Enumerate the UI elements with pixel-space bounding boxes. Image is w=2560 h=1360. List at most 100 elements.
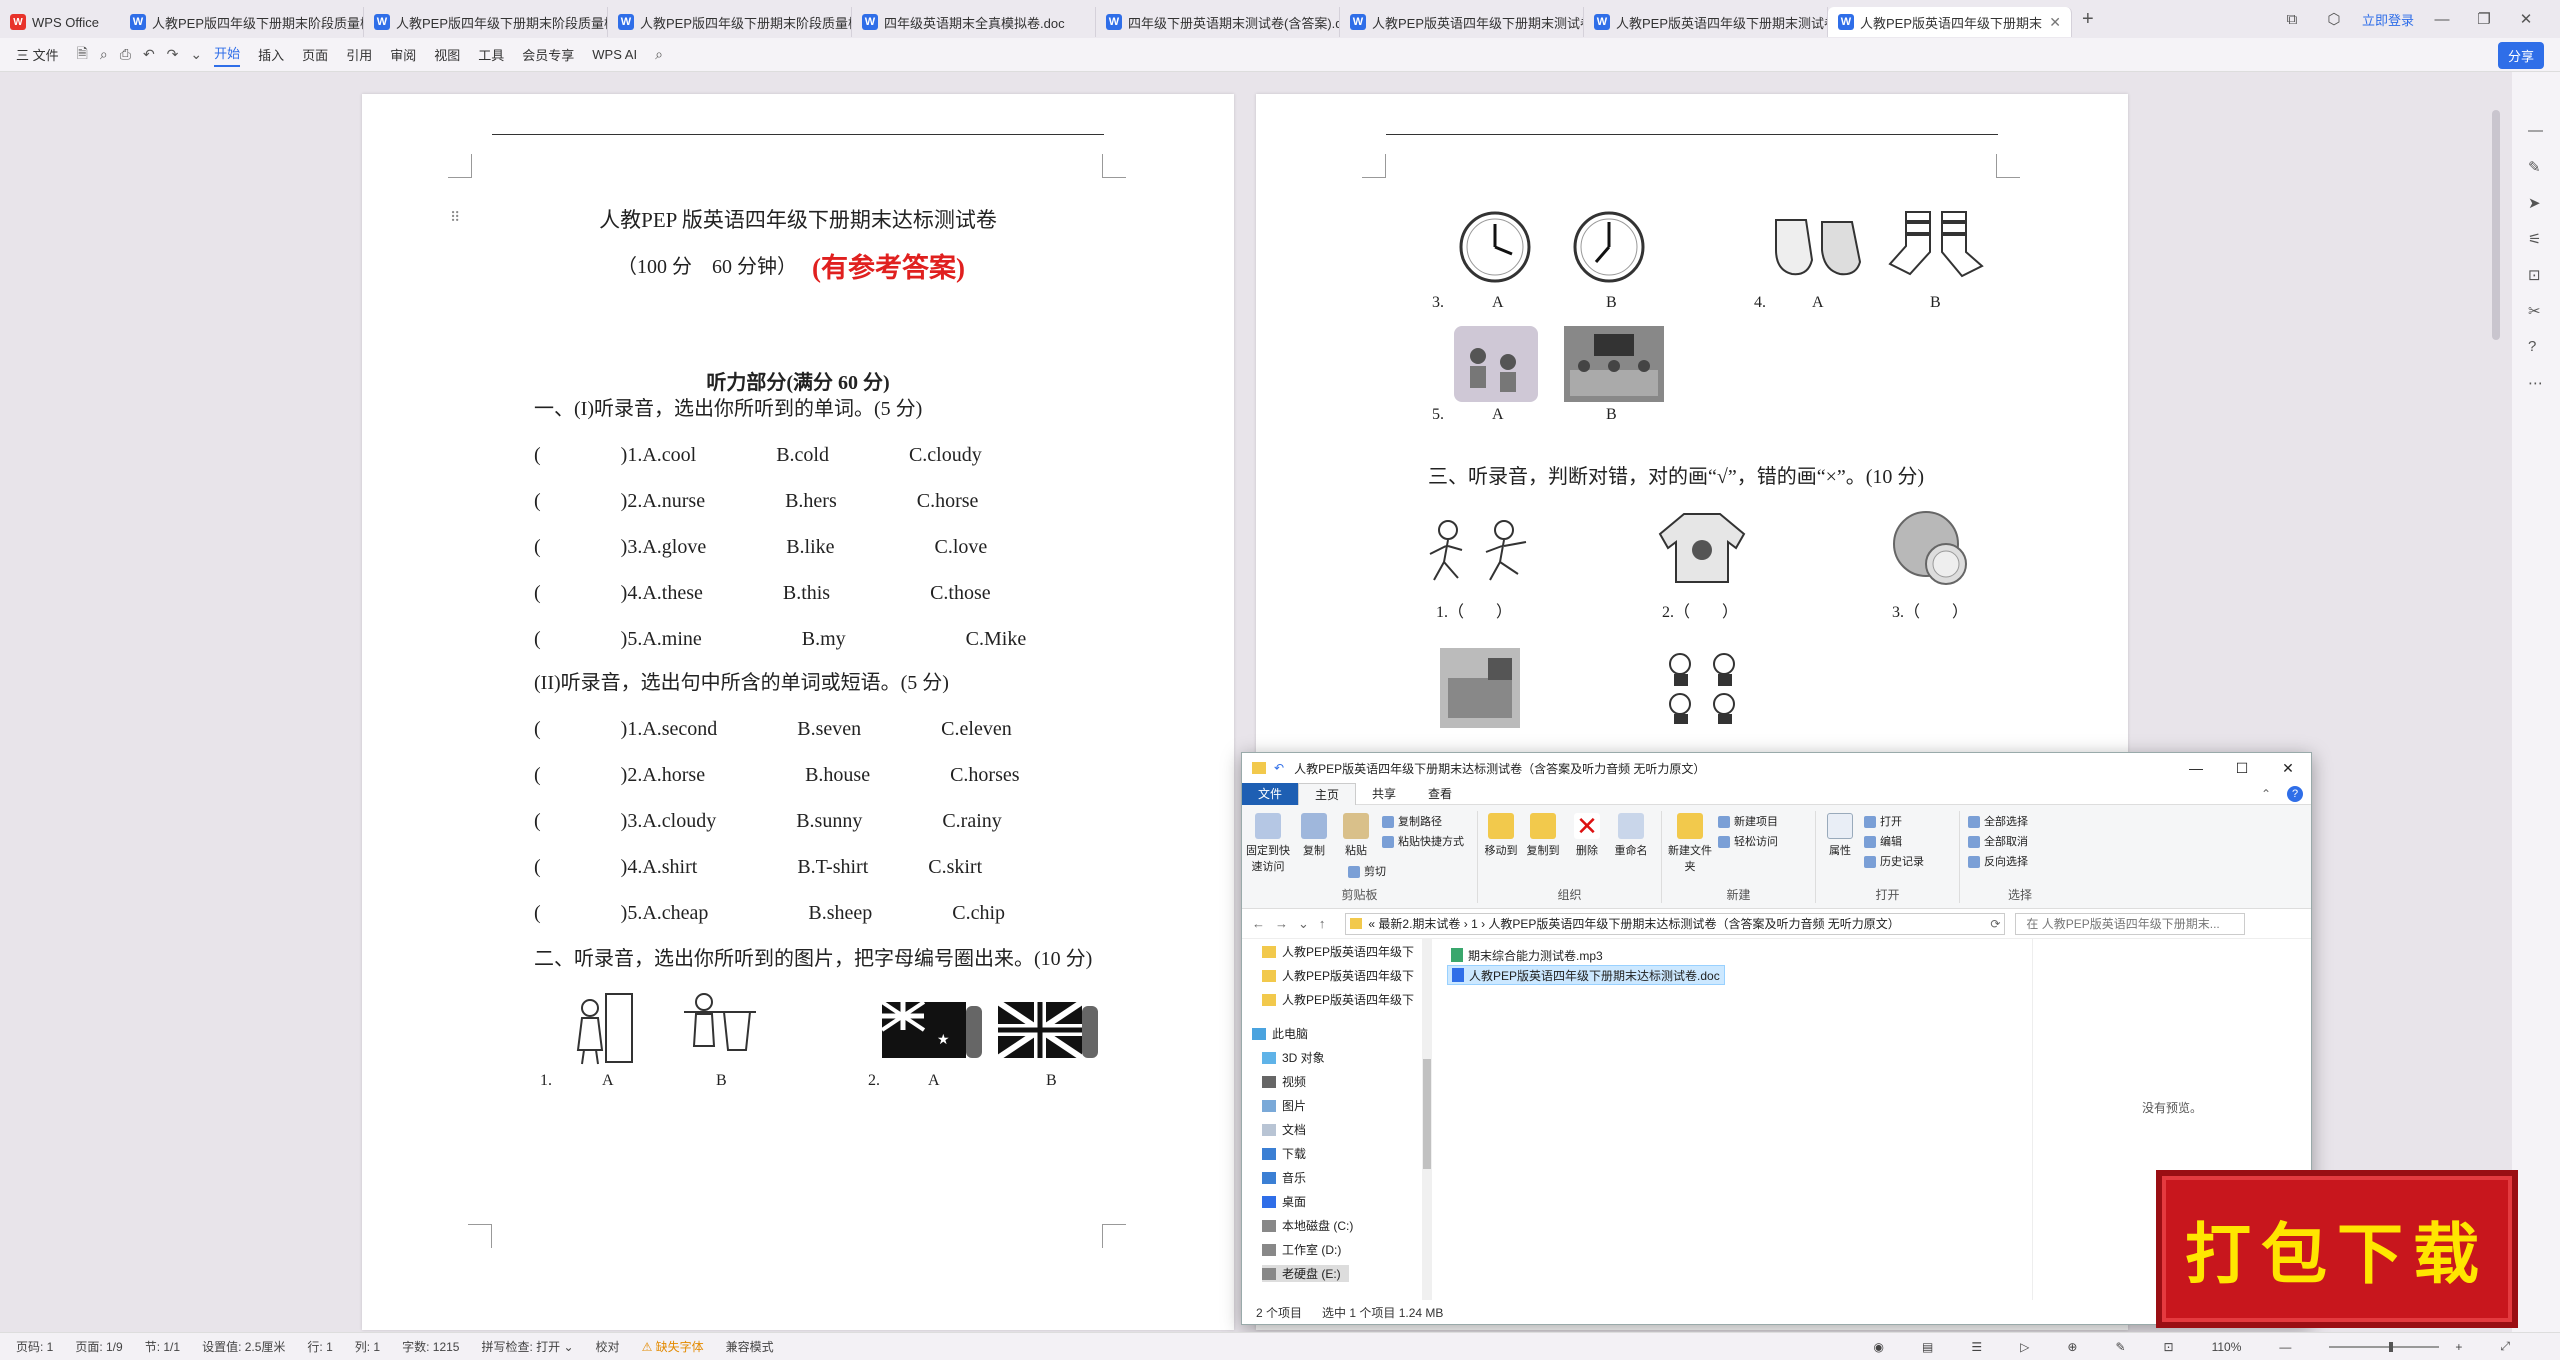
history-button[interactable]: 历史记录 <box>1864 853 1924 869</box>
open-button[interactable]: 打开 <box>1864 813 1902 829</box>
missing-font-warning[interactable]: ⚠ 缺失字体 <box>642 1338 704 1355</box>
tab-start[interactable]: 开始 <box>214 43 241 67</box>
ribbon-collapse-icon[interactable]: ⌃ <box>2245 787 2287 801</box>
collapse-icon[interactable]: — <box>2528 122 2543 139</box>
undo-icon[interactable]: ↶ <box>1274 761 1284 775</box>
more-icon[interactable]: ⋯ <box>2528 374 2543 392</box>
status-setting[interactable]: 设置值: 2.5厘米 <box>202 1338 285 1355</box>
status-page[interactable]: 页码: 1 <box>16 1338 53 1355</box>
undo-icon[interactable]: ↶ <box>143 46 155 63</box>
file-menu[interactable]: 三 文件 <box>16 45 59 64</box>
paste-button[interactable]: 粘贴 <box>1338 813 1374 858</box>
nav-item-3d[interactable]: 3D 对象 <box>1262 1049 1325 1066</box>
maximize-icon[interactable]: ☐ <box>2219 760 2265 777</box>
tab-tools[interactable]: 工具 <box>478 45 504 64</box>
close-tab-icon[interactable]: ✕ <box>2049 14 2061 31</box>
file-item-selected[interactable]: 人教PEP版英语四年级下册期末达标测试卷.doc <box>1447 965 1725 985</box>
close-icon[interactable]: ✕ <box>2265 760 2311 777</box>
tab-member[interactable]: 会员专享 <box>522 45 574 64</box>
close-window-icon[interactable]: ✕ <box>2512 10 2540 28</box>
move-to-button[interactable]: 移动到 <box>1482 813 1520 858</box>
minimize-icon[interactable]: — <box>2428 11 2456 28</box>
tab-insert[interactable]: 插入 <box>258 45 284 64</box>
document-tab[interactable]: W 人教PEP版四年级下册期末阶段质量检 <box>608 7 852 37</box>
tab-view[interactable]: 查看 <box>1412 785 1468 802</box>
select-all-button[interactable]: 全部选择 <box>1968 813 2028 829</box>
tab-review[interactable]: 审阅 <box>390 45 416 64</box>
invert-selection-button[interactable]: 反向选择 <box>1968 853 2028 869</box>
tab-file[interactable]: 文件 <box>1242 782 1299 805</box>
settings-sliders-icon[interactable]: ⚟ <box>2528 230 2541 248</box>
search-box[interactable]: 在 人教PEP版英语四年级下册期末... <box>2015 912 2246 935</box>
nav-item-documents[interactable]: 文档 <box>1262 1121 1306 1138</box>
nav-item-drive-d[interactable]: 工作室 (D:) <box>1262 1241 1341 1258</box>
select-none-button[interactable]: 全部取消 <box>1968 833 2028 849</box>
zoom-slider[interactable] <box>2329 1341 2440 1352</box>
fit-icon[interactable]: ⊡ <box>2164 1340 2174 1354</box>
copy-to-button[interactable]: 复制到 <box>1524 813 1562 858</box>
tab-view[interactable]: 视图 <box>434 45 460 64</box>
nav-item-drive-c[interactable]: 本地磁盘 (C:) <box>1262 1217 1353 1234</box>
document-tab[interactable]: W 人教PEP版四年级下册期末阶段质量检 <box>364 7 608 37</box>
page-view-icon[interactable]: ▤ <box>1922 1340 1933 1354</box>
redo-icon[interactable]: ↷ <box>167 46 179 63</box>
tab-reference[interactable]: 引用 <box>346 45 372 64</box>
share-button[interactable]: 分享 <box>2497 42 2544 69</box>
refresh-icon[interactable]: ⟳ <box>1990 914 2000 934</box>
document-tab-active[interactable]: W 人教PEP版英语四年级下册期末 ✕ <box>1828 7 2072 37</box>
status-wordcount[interactable]: 字数: 1215 <box>402 1338 459 1355</box>
cube-icon[interactable]: ⬡ <box>2320 10 2348 28</box>
pen-icon[interactable]: ✎ <box>2115 1340 2125 1354</box>
search-icon[interactable]: ⌕ <box>655 46 663 63</box>
file-item[interactable]: 期末综合能力测试卷.mp3 <box>1447 945 1725 965</box>
address-bar[interactable]: « 最新2.期末试卷 › 1 › 人教PEP版英语四年级下册期末达标测试卷（含答… <box>1345 912 2006 935</box>
status-pages[interactable]: 页面: 1/9 <box>75 1338 122 1355</box>
copy-path-button[interactable]: 复制路径 <box>1382 813 1442 829</box>
nav-item-videos[interactable]: 视频 <box>1262 1073 1306 1090</box>
new-item-button[interactable]: 新建项目 <box>1718 813 1778 829</box>
web-view-icon[interactable]: ⊕ <box>2067 1340 2077 1354</box>
zoom-in-icon[interactable]: + <box>2455 1340 2462 1354</box>
eye-protect-icon[interactable]: ◉ <box>1874 1340 1884 1354</box>
rename-button[interactable]: 重命名 <box>1610 813 1652 858</box>
minimize-icon[interactable]: — <box>2173 760 2219 777</box>
wps-ai-button[interactable]: WPS AI <box>592 47 637 62</box>
copy-button[interactable]: 复制 <box>1296 813 1332 858</box>
play-icon[interactable]: ▷ <box>2020 1340 2029 1354</box>
pen-icon[interactable]: ✎ <box>2528 158 2541 176</box>
status-section[interactable]: 节: 1/1 <box>145 1338 180 1355</box>
new-folder-button[interactable]: 新建文件夹 <box>1668 813 1712 874</box>
tab-layout-icon[interactable]: ⧉ <box>2278 11 2306 28</box>
translate-icon[interactable]: ⊡ <box>2528 266 2541 284</box>
paste-shortcut-button[interactable]: 粘贴快捷方式 <box>1382 833 1464 849</box>
document-scrollbar[interactable] <box>2492 110 2500 340</box>
nav-item-music[interactable]: 音乐 <box>1262 1169 1306 1186</box>
nav-item-pictures[interactable]: 图片 <box>1262 1097 1306 1114</box>
status-spellcheck[interactable]: 拼写检查: 打开 ⌄ <box>481 1338 573 1355</box>
tools-icon[interactable]: ✂ <box>2528 302 2541 320</box>
tab-wps-home[interactable]: W WPS Office <box>0 7 120 37</box>
properties-button[interactable]: 属性 <box>1822 813 1858 858</box>
restore-icon[interactable]: ❐ <box>2470 10 2498 28</box>
pin-quick-access-button[interactable]: 固定到快速访问 <box>1246 813 1290 874</box>
outline-view-icon[interactable]: ☰ <box>1971 1340 1982 1354</box>
tab-page[interactable]: 页面 <box>302 45 328 64</box>
nav-item-folder[interactable]: 人教PEP版英语四年级下 <box>1262 943 1414 960</box>
cut-button[interactable]: 剪切 <box>1348 863 1386 879</box>
document-tab[interactable]: W 人教PEP版英语四年级下册期末测试卷 <box>1584 7 1828 37</box>
nav-item-downloads[interactable]: 下载 <box>1262 1145 1306 1162</box>
nav-item-folder[interactable]: 人教PEP版英语四年级下 <box>1262 991 1414 1008</box>
tab-share[interactable]: 共享 <box>1356 785 1412 802</box>
nav-item-this-pc[interactable]: 此电脑 <box>1252 1025 1308 1042</box>
print-icon[interactable]: ⎙ <box>120 46 131 63</box>
document-tab[interactable]: W 四年级英语期末全真模拟卷.doc <box>852 7 1096 37</box>
fullscreen-icon[interactable]: ⤢ <box>2500 1339 2510 1354</box>
download-package-badge[interactable]: 打包下载 <box>2156 1170 2518 1328</box>
help-icon[interactable]: ? <box>2528 338 2536 355</box>
delete-button[interactable]: ✕ 删除 <box>1568 813 1606 858</box>
new-tab-icon[interactable]: + <box>2082 8 2094 31</box>
nav-item-desktop[interactable]: 桌面 <box>1262 1193 1306 1210</box>
easy-access-button[interactable]: 轻松访问 <box>1718 833 1778 849</box>
status-proofread[interactable]: 校对 <box>596 1338 620 1355</box>
login-link[interactable]: 立即登录 <box>2362 10 2414 29</box>
